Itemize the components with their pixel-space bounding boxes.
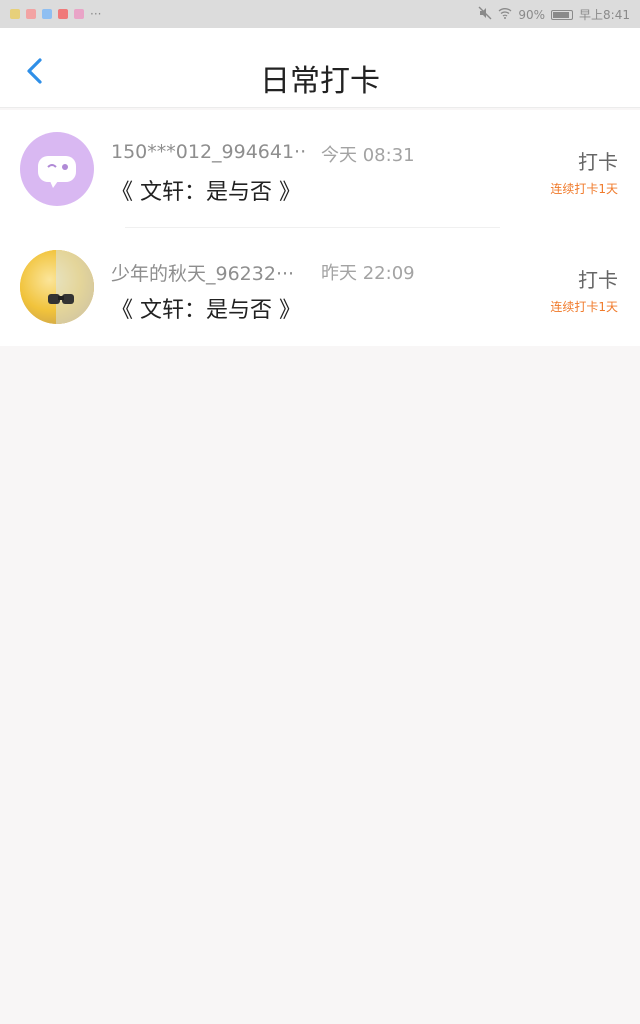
checkin-list: 150***012_994641·· 今天 08:31 《 文轩：是与否 》 打… — [0, 110, 640, 346]
checkin-time: 昨天 22:09 — [321, 263, 415, 284]
avatar[interactable] — [20, 250, 94, 324]
user-name: 少年的秋天_96232··· — [111, 263, 295, 285]
chat-bubble-avatar-icon — [38, 156, 76, 188]
status-right: 90% 早上8:41 — [478, 6, 630, 23]
notification-icon — [58, 9, 68, 19]
status-bar: ··· 90% 早上8:41 — [0, 0, 640, 28]
checkin-title: 《 文轩：是与否 》 — [111, 180, 301, 205]
photo-avatar-icon — [20, 250, 94, 324]
mute-icon — [478, 6, 492, 23]
checkin-row[interactable]: 少年的秋天_96232··· 昨天 22:09 《 文轩：是与否 》 打卡 连续… — [0, 228, 640, 346]
checkin-button[interactable]: 打卡 — [578, 146, 618, 175]
notification-icon — [26, 9, 36, 19]
checkin-row[interactable]: 150***012_994641·· 今天 08:31 《 文轩：是与否 》 打… — [0, 110, 640, 228]
wifi-icon — [498, 7, 512, 22]
notification-icon — [10, 9, 20, 19]
battery-icon — [551, 9, 574, 20]
checkin-button[interactable]: 打卡 — [578, 264, 618, 293]
streak-label: 连续打卡1天 — [550, 300, 618, 314]
more-notifications-icon: ··· — [90, 7, 102, 21]
app-header: 日常打卡 — [0, 28, 640, 108]
clock: 早上8:41 — [579, 8, 630, 22]
battery-percent: 90% — [518, 7, 546, 22]
notification-icon — [42, 9, 52, 19]
notification-icons: ··· — [10, 7, 101, 21]
page-title: 日常打卡 — [260, 64, 380, 99]
checkin-time: 今天 08:31 — [321, 145, 415, 166]
streak-label: 连续打卡1天 — [550, 182, 618, 196]
user-name: 150***012_994641·· — [111, 141, 307, 163]
notification-icon — [74, 9, 84, 19]
avatar[interactable] — [20, 132, 94, 206]
checkin-title: 《 文轩：是与否 》 — [111, 298, 301, 323]
